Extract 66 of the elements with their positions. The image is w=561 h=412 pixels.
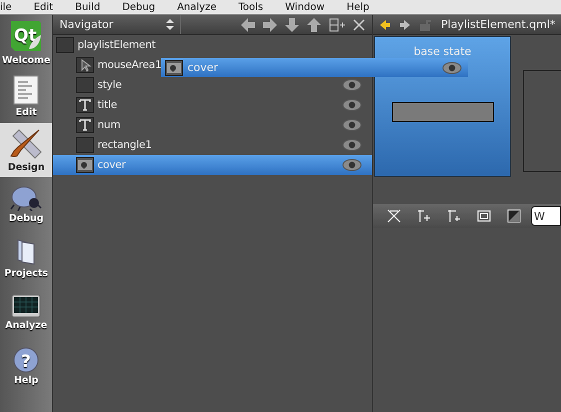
mode-button[interactable]: Qt Welcome [0,15,52,69]
item-name: cover [187,61,218,74]
cross-anchor-icon[interactable] [387,209,401,223]
back-arrow-icon[interactable] [379,18,391,30]
eye-icon[interactable] [442,62,462,74]
item-name: style [97,79,122,91]
menu-item[interactable]: Debug [122,2,156,14]
menu-item[interactable]: ile [0,2,12,14]
anchor-fill-icon[interactable] [447,209,461,223]
mode-button[interactable]: ? Help [0,339,52,393]
eye-icon[interactable] [342,159,362,171]
tree-item[interactable]: num [53,115,372,135]
file-name: PlaylistElement.qml* [441,18,556,31]
item-name: num [97,119,120,131]
rectangle-icon [56,37,74,53]
bug-icon [10,184,42,210]
up-arrow-icon[interactable] [306,16,322,32]
item-name: cover [97,159,126,171]
monitor-icon [11,294,42,318]
down-arrow-icon[interactable] [284,16,300,32]
eye-icon[interactable] [342,79,362,91]
text-icon [76,117,94,133]
input-field[interactable]: W [531,206,561,226]
anchor-top-icon[interactable] [417,209,431,223]
eye-icon[interactable] [342,99,362,111]
menu-item[interactable]: Analyze [177,2,216,14]
tree-item[interactable]: title [53,95,372,115]
mode-button[interactable]: Edit [0,69,52,123]
mode-button[interactable]: Design [0,123,52,177]
item-name: playlistElement [77,39,156,51]
tree-item[interactable]: rectangle1 [53,135,372,155]
help-icon: ? [13,346,40,372]
item-name: mouseArea1 [97,59,162,71]
menu-item[interactable]: Help [346,2,370,14]
left-arrow-icon[interactable] [240,16,256,32]
image-icon [76,157,94,173]
text-icon [76,97,94,113]
rectangle-icon [76,137,94,153]
mode-button[interactable]: Analyze [0,285,52,339]
state-name: base state [414,45,472,58]
menu-item[interactable]: Build [75,2,100,14]
menu-item[interactable]: Window [285,2,325,14]
gradient-icon[interactable] [507,209,521,223]
ruler-brush-icon [9,128,44,160]
mode-button[interactable]: Debug [0,177,52,231]
document-icon [13,74,40,104]
close-icon[interactable] [352,18,366,32]
item-icon [76,77,94,93]
eye-icon[interactable] [342,139,362,151]
right-arrow-icon[interactable] [262,16,278,32]
image-icon [165,60,184,76]
eye-icon[interactable] [342,119,362,131]
menu-item[interactable]: Edit [34,2,54,14]
cursor-icon [76,57,94,73]
menu-item[interactable]: Tools [238,2,264,14]
up-down-icon [166,19,174,30]
tree-item[interactable]: style [53,75,372,95]
forward-arrow-icon[interactable] [399,18,411,30]
folder-icon [15,238,38,266]
tree-item[interactable]: playlistElement [53,35,372,55]
item-name: title [97,99,117,111]
add-row-icon[interactable] [328,16,346,32]
qt-logo-icon: Qt [9,18,44,52]
item-name: rectangle1 [97,139,152,151]
mode-button[interactable]: Projects [0,231,52,285]
frame-icon[interactable] [477,210,491,222]
